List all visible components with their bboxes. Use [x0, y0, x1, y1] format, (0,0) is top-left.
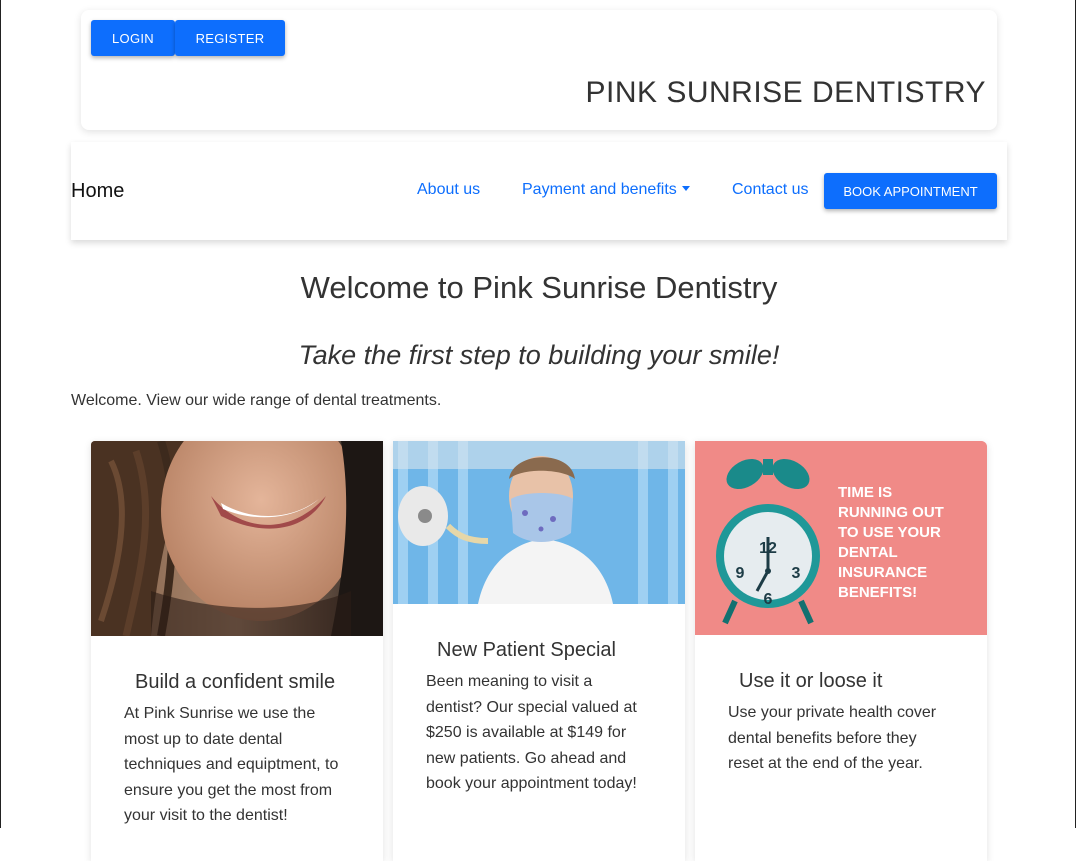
dentist-image — [393, 441, 685, 604]
card-text-line: Been meaning to visit a — [426, 673, 593, 690]
image-text-line: INSURANCE — [838, 564, 927, 581]
card-text-line: your visit to the dentist! — [124, 807, 288, 824]
page-title: Welcome to Pink Sunrise Dentistry — [300, 270, 778, 305]
main-navbar: Home About us Payment and benefits Conta… — [71, 142, 1007, 240]
site-title: PINK SUNRISE DENTISTRY — [585, 76, 986, 109]
card-text: At Pink Sunrise we use the most up to da… — [124, 701, 338, 829]
nav-about-link[interactable]: About us — [417, 181, 480, 199]
card-text-line: ensure you get the most from — [124, 781, 333, 799]
smiling-woman-image — [91, 441, 383, 636]
header-card: LOGIN REGISTER PINK SUNRISE DENTISTRY — [81, 10, 997, 130]
treatment-card-new-patient: New Patient Special Been meaning to visi… — [393, 441, 685, 861]
nav-payment-dropdown[interactable]: Payment and benefits — [522, 181, 690, 199]
card-title: New Patient Special — [437, 639, 616, 661]
image-text-line: TIME IS — [838, 484, 892, 501]
clock-numeral: 6 — [764, 591, 773, 608]
clock-numeral: 3 — [792, 565, 801, 582]
card-text-line: Use your private health cover — [728, 704, 937, 721]
intro-text: Welcome. View our wide range of dental t… — [71, 392, 442, 409]
treatment-card-benefits: 12 3 6 9 TIME IS RUNNING OUT TO USE YOUR… — [695, 441, 987, 861]
card-text: Been meaning to visit a dentist? Our spe… — [426, 669, 637, 797]
card-text-line: techniques and equiptment, to — [124, 756, 339, 773]
card-text-line: At Pink Sunrise we use the — [124, 705, 316, 722]
card-text-line: most up to date dental — [124, 730, 283, 748]
card-text: Use your private health cover dental ben… — [728, 700, 936, 777]
card-title: Use it or loose it — [739, 670, 883, 692]
image-text-line: BENEFITS! — [838, 584, 917, 601]
alarm-clock-image: 12 3 6 9 TIME IS RUNNING OUT TO USE YOUR… — [695, 441, 987, 635]
card-title: Build a confident smile — [135, 671, 336, 693]
image-text-line: DENTAL — [838, 544, 898, 561]
card-text-line: reset at the end of the year. — [728, 755, 923, 772]
card-text-line: new patients. Go ahead and — [426, 749, 627, 767]
caret-down-icon — [681, 186, 690, 191]
nav-payment-label: Payment and benefits — [522, 181, 677, 198]
card-text-line: $250 is available at $149 for — [426, 724, 627, 741]
book-appointment-button[interactable]: BOOK APPOINTMENT — [824, 173, 997, 209]
clock-numeral: 9 — [736, 565, 745, 582]
card-text-line: book your appointment today! — [426, 775, 637, 792]
page-tagline: Take the first step to building your smi… — [298, 340, 780, 370]
login-button[interactable]: LOGIN — [91, 20, 175, 56]
image-text-line: RUNNING OUT — [838, 504, 944, 521]
nav-contact-link[interactable]: Contact us — [732, 181, 808, 199]
image-text-line: TO USE YOUR — [838, 524, 941, 541]
card-text-line: dental benefits before they — [728, 729, 917, 747]
register-button[interactable]: REGISTER — [175, 20, 285, 56]
nav-home-link[interactable]: Home — [71, 180, 124, 203]
card-text-line: dentist? Our special valued at — [426, 698, 637, 716]
treatment-card-smile: Build a confident smile At Pink Sunrise … — [91, 441, 383, 861]
